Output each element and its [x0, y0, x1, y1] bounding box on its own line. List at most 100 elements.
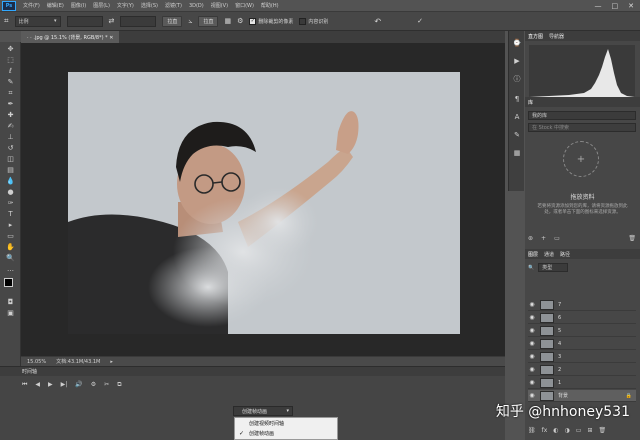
zoom-tool-icon[interactable]: 🔍	[5, 254, 16, 262]
blur-tool-icon[interactable]: 💧	[5, 177, 16, 185]
first-frame-icon[interactable]: ⏮	[22, 381, 27, 389]
healing-brush-icon[interactable]: ✚	[5, 111, 16, 119]
marquee-tool-icon[interactable]: ⬚	[5, 56, 16, 64]
layer-row[interactable]: ◉ 7	[528, 299, 636, 311]
group-icon[interactable]: ▭	[576, 427, 582, 436]
height-input[interactable]	[120, 15, 157, 27]
tab-paths[interactable]: 路径	[560, 251, 570, 258]
path-select-icon[interactable]: ▸	[5, 221, 16, 229]
history-brush-icon[interactable]: ↺	[5, 144, 16, 152]
stock-search-input[interactable]: 在 Stock 中搜索	[528, 123, 636, 132]
menu-layer[interactable]: 图层(L)	[93, 2, 110, 9]
menu-create-video-timeline[interactable]: 创建视频时间轴	[235, 418, 337, 428]
paragraph-icon[interactable]: ¶	[512, 95, 522, 103]
prev-frame-icon[interactable]: ◀	[35, 381, 40, 389]
pen-tool-icon[interactable]: ✑	[5, 199, 16, 207]
foreground-color-swatch[interactable]	[4, 278, 13, 287]
minimize-icon[interactable]: —	[595, 2, 602, 10]
menu-window[interactable]: 窗口(W)	[235, 2, 254, 9]
width-input[interactable]	[66, 15, 103, 27]
tab-channels[interactable]: 通道	[544, 251, 554, 258]
layer-row[interactable]: ◉ 1	[528, 377, 636, 389]
layer-row[interactable]: ◉ 4	[528, 338, 636, 350]
eye-icon[interactable]: ◉	[528, 392, 536, 399]
folder-icon[interactable]: ▭	[554, 235, 560, 244]
clear-button[interactable]: 拉直	[162, 15, 183, 27]
ratio-select[interactable]: 比例 ▾	[14, 15, 61, 27]
close-icon[interactable]: ✕	[628, 2, 634, 10]
clone-stamp-icon[interactable]: ⊥	[5, 133, 16, 141]
screen-mode-icon[interactable]: ▣	[5, 309, 16, 317]
document-tab[interactable]: · · .jpg @ 15.1% (背景, RGB/8*) * ✕	[21, 31, 120, 43]
swatches-icon[interactable]: ▦	[512, 149, 522, 157]
split-icon[interactable]: ✂	[104, 381, 109, 389]
crop-tool-icon[interactable]: ⌗	[4, 16, 9, 26]
menu-create-frame-animation[interactable]: ✓ 创建帧动画	[235, 428, 337, 438]
delete-cropped-checkbox[interactable]: ✓ 删除裁剪的像素	[249, 17, 293, 25]
new-layer-icon[interactable]: ⊞	[587, 427, 592, 436]
fx-icon[interactable]: fx	[542, 427, 548, 436]
tab-histogram[interactable]: 直方图	[528, 33, 543, 40]
shape-tool-icon[interactable]: ▭	[5, 232, 16, 240]
eye-icon[interactable]: ◉	[528, 353, 536, 360]
adjustment-icon[interactable]: ◑	[565, 427, 570, 436]
eye-icon[interactable]: ◉	[528, 379, 536, 386]
tab-navigator[interactable]: 导航器	[549, 33, 564, 40]
content-aware-checkbox[interactable]: 内容识别	[299, 17, 328, 25]
play-icon[interactable]: ▶	[48, 381, 53, 389]
menu-view[interactable]: 视图(V)	[211, 2, 228, 9]
mask-icon[interactable]: ◐	[553, 427, 558, 436]
reset-icon[interactable]: ↶	[374, 17, 381, 26]
move-tool-icon[interactable]: ✥	[5, 45, 16, 53]
settings-icon[interactable]: ⚙	[91, 381, 96, 389]
tab-libraries[interactable]: 库	[528, 99, 533, 106]
timeline-title[interactable]: 时间轴	[22, 368, 37, 375]
menu-file[interactable]: 文件(F)	[23, 2, 40, 9]
layer-row[interactable]: ◉ 3	[528, 351, 636, 363]
library-select[interactable]: 我的库	[528, 111, 636, 120]
layer-kind-select[interactable]: 类型	[538, 263, 569, 272]
brush-preset-icon[interactable]: ✎	[512, 131, 522, 139]
layer-row[interactable]: ◉ 6	[528, 312, 636, 324]
straighten-icon[interactable]: ⦣	[188, 17, 192, 26]
next-frame-icon[interactable]: ▶|	[61, 381, 68, 389]
eyedropper-icon[interactable]: ✒	[5, 100, 16, 108]
eye-icon[interactable]: ◉	[528, 366, 536, 373]
grid-icon[interactable]: ▦	[224, 17, 231, 25]
menu-type[interactable]: 文字(Y)	[117, 2, 134, 9]
menu-3d[interactable]: 3D(D)	[189, 3, 204, 9]
eye-icon[interactable]: ◉	[528, 314, 536, 321]
eye-icon[interactable]: ◉	[528, 301, 536, 308]
brush-tool-icon[interactable]: ✍	[5, 122, 16, 130]
hand-tool-icon[interactable]: ✋	[5, 243, 16, 251]
info-icon[interactable]: ⓘ	[512, 75, 522, 83]
character-icon[interactable]: A	[512, 113, 522, 121]
gear-icon[interactable]: ⚙	[237, 17, 243, 25]
more-tools-icon[interactable]: …	[5, 265, 16, 273]
filter-icon[interactable]: 🔍	[528, 265, 534, 271]
type-tool-icon[interactable]: T	[5, 210, 16, 218]
create-animation-dropdown[interactable]: 创建帧动画 ▾	[233, 406, 293, 416]
eraser-icon[interactable]: ◫	[5, 155, 16, 163]
maximize-icon[interactable]: □	[612, 2, 619, 10]
audio-icon[interactable]: 🔊	[75, 381, 82, 389]
history-icon[interactable]: ⌚	[512, 39, 522, 47]
commit-icon[interactable]: ✓	[417, 17, 423, 25]
document-photo[interactable]	[68, 72, 460, 334]
trash-icon[interactable]: 🗑	[628, 235, 636, 244]
eye-icon[interactable]: ◉	[528, 327, 536, 334]
gradient-tool-icon[interactable]: ▤	[5, 166, 16, 174]
crop-tool-icon[interactable]: ⌗	[5, 89, 16, 97]
tab-layers[interactable]: 图层	[528, 251, 538, 258]
plus-icon[interactable]: +	[563, 141, 599, 177]
delete-layer-icon[interactable]: 🗑	[599, 427, 607, 436]
quick-mask-icon[interactable]: ◘	[5, 298, 16, 306]
straighten-button[interactable]: 拉直	[198, 15, 219, 27]
swap-icon[interactable]: ⇄	[109, 17, 115, 25]
layer-row[interactable]: ◉ 2	[528, 364, 636, 376]
quick-select-icon[interactable]: ✎	[5, 78, 16, 86]
menu-filter[interactable]: 滤镜(T)	[165, 2, 182, 9]
link-icon[interactable]: ⛓	[528, 427, 536, 436]
add-content-icon[interactable]: +	[541, 235, 546, 244]
status-arrow-icon[interactable]: ▸	[110, 359, 113, 365]
